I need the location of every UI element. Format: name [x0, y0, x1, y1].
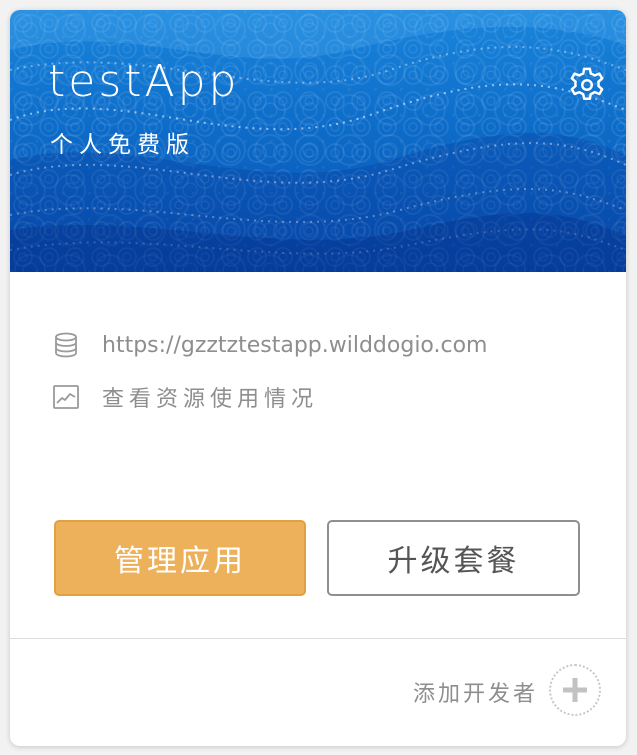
gear-icon[interactable] [568, 66, 606, 104]
line-chart-icon [53, 385, 79, 409]
database-icon [55, 332, 77, 358]
app-banner: testApp 个人免费版 [10, 10, 626, 272]
manage-app-button[interactable]: 管理应用 [54, 520, 306, 596]
app-plan: 个人免费版 [50, 132, 195, 158]
app-card: testApp 个人免费版 https://gzztztestapp.wildd… [10, 10, 626, 746]
plus-icon [563, 678, 587, 702]
add-developer-button[interactable] [549, 664, 601, 716]
app-url-row: https://gzztztestapp.wilddogio.com [52, 328, 487, 362]
upgrade-plan-button[interactable]: 升级套餐 [327, 520, 580, 596]
footer-divider [10, 638, 626, 639]
usage-link[interactable]: 查看资源使用情况 [102, 381, 318, 413]
app-name: testApp [48, 56, 240, 107]
app-url[interactable]: https://gzztztestapp.wilddogio.com [102, 333, 487, 358]
usage-row[interactable]: 查看资源使用情况 [52, 380, 318, 414]
add-developer-label[interactable]: 添加开发者 [413, 676, 538, 708]
